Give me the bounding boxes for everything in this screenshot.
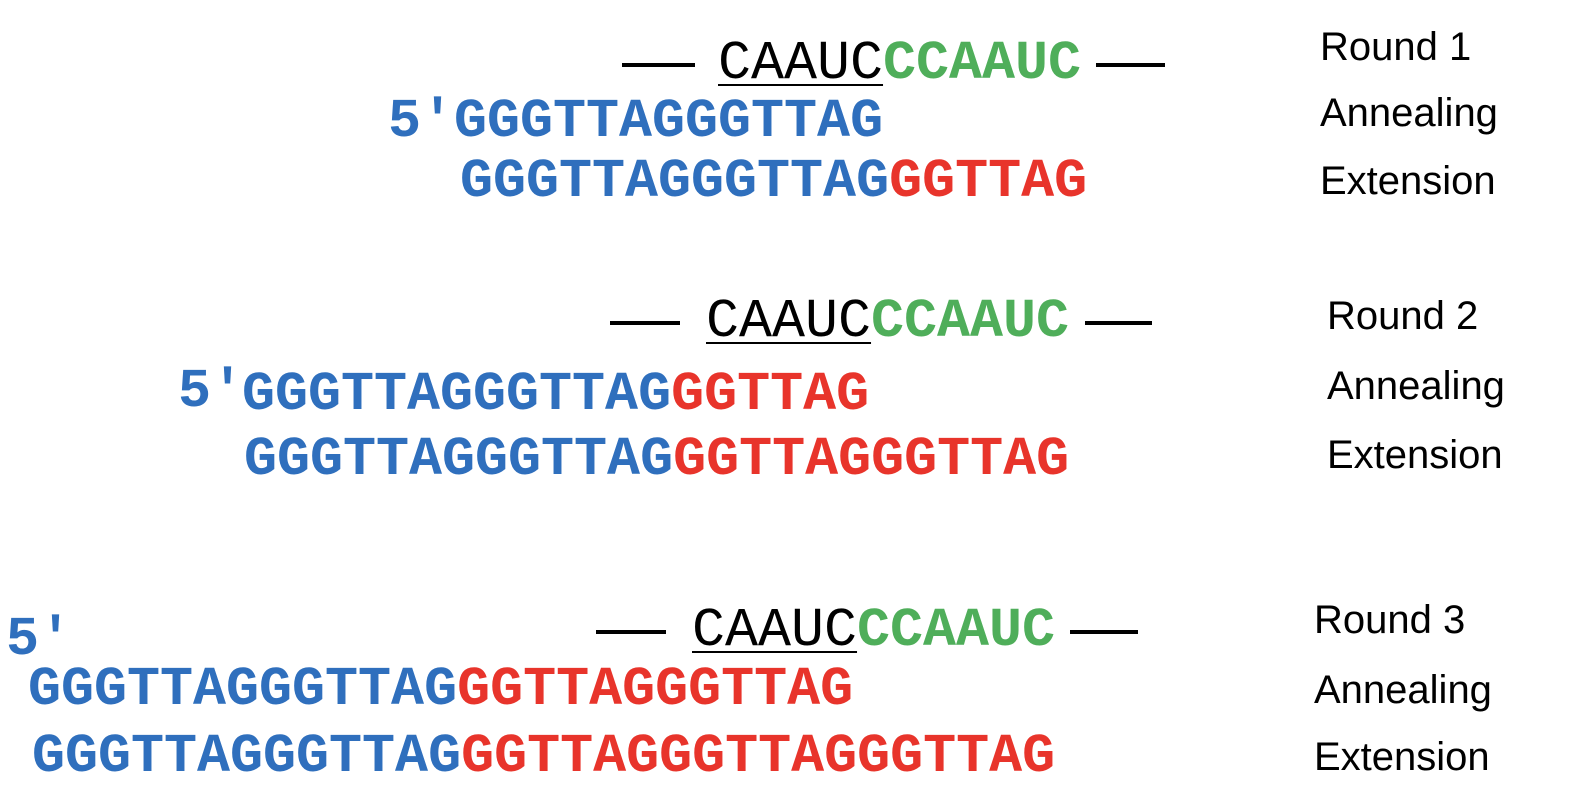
primer-seq: GGGTTAGGGTTAG	[28, 658, 458, 721]
template-strand-left-line	[596, 630, 666, 634]
annealing-strand-round-1: GGGTTAGGGTTAG	[454, 92, 883, 152]
primer-seq: GGGTTAGGGTTAG	[460, 150, 890, 213]
annealing-label: Annealing	[1314, 668, 1492, 712]
added-seq: GGTTAGGGTTAG	[457, 658, 854, 721]
extension-label: Extension	[1320, 159, 1496, 203]
primer-seq: GGGTTAGGGTTAG	[244, 428, 674, 491]
annealing-strand-round-3: GGGTTAGGGTTAGGGTTAGGGTTAG	[28, 660, 853, 720]
annealing-label: Annealing	[1320, 91, 1498, 135]
template-strand-left-line	[622, 63, 695, 67]
template-strand-left-line	[610, 321, 680, 325]
prime-label: 5′	[178, 360, 245, 423]
template-strand-right-line	[1070, 630, 1138, 634]
template-highlight: CCAAUC	[871, 290, 1070, 353]
added-seq: GGTTAGGGTTAGGGTTAG	[461, 725, 1056, 788]
template-rna-round-3: CAAUCCCAAUC	[692, 601, 1055, 661]
template-underlined: CAAUC	[706, 290, 872, 353]
extension-strand-round-1: GGGTTAGGGTTAGGGTTAG	[460, 152, 1087, 212]
added-seq: GGTTAG	[889, 150, 1088, 213]
template-underlined: CAAUC	[718, 32, 884, 95]
template-highlight: CCAAUC	[857, 599, 1056, 662]
round-label: Round 3	[1314, 598, 1466, 642]
template-rna-round-2: CAAUCCCAAUC	[706, 292, 1069, 352]
extension-label: Extension	[1327, 433, 1503, 477]
primer-seq: GGGTTAGGGTTAG	[32, 725, 462, 788]
extension-strand-round-2: GGGTTAGGGTTAGGGTTAGGGTTAG	[244, 430, 1069, 490]
round-label: Round 2	[1327, 294, 1479, 338]
template-rna-round-1: CAAUCCCAAUC	[718, 34, 1081, 94]
template-highlight: CCAAUC	[883, 32, 1082, 95]
prime-label: 5′	[388, 90, 455, 153]
extension-label: Extension	[1314, 735, 1490, 779]
template-strand-right-line	[1096, 63, 1165, 67]
annealing-strand-round-2: GGGTTAGGGTTAGGGTTAG	[242, 365, 869, 425]
round-label: Round 1	[1320, 25, 1472, 69]
added-seq: GGTTAGGGTTAG	[673, 428, 1070, 491]
annealing-label: Annealing	[1327, 364, 1505, 408]
template-strand-right-line	[1085, 321, 1152, 325]
template-underlined: CAAUC	[692, 599, 858, 662]
added-seq: GGTTAG	[671, 363, 870, 426]
extension-strand-round-3: GGGTTAGGGTTAGGGTTAGGGTTAGGGTTAG	[32, 727, 1055, 787]
primer-seq: GGGTTAGGGTTAG	[242, 363, 672, 426]
primer-seq: GGGTTAGGGTTAG	[454, 90, 884, 153]
